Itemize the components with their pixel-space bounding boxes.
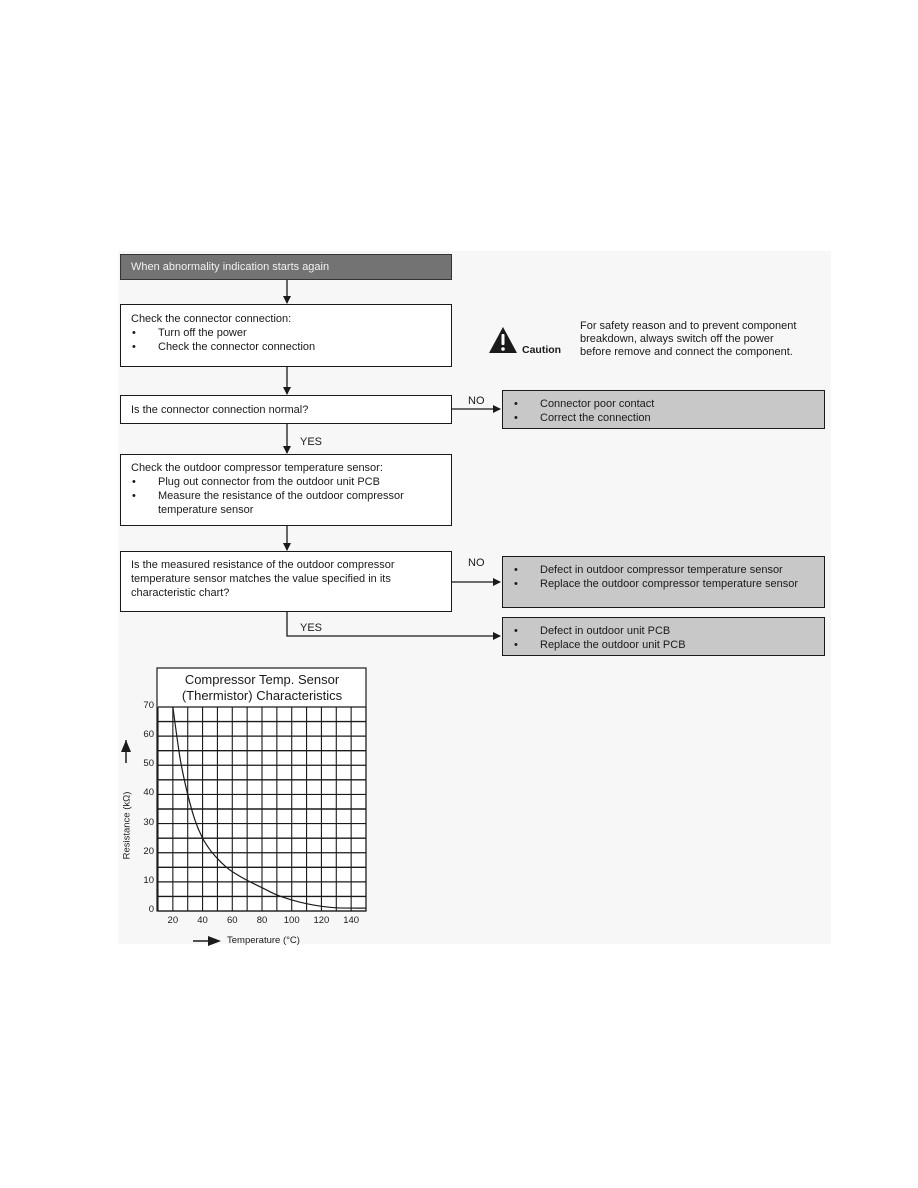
- x-tick-label: 20: [167, 915, 179, 926]
- y-tick-label: 0: [148, 904, 154, 915]
- y-tick-label: 50: [143, 758, 154, 770]
- x-axis-label: Temperature (°C): [227, 935, 300, 946]
- x-tick-label: 80: [256, 915, 268, 926]
- y-axis-label: Resistance (kΩ): [121, 791, 133, 860]
- y-tick-label: 60: [143, 729, 154, 741]
- y-tick-label: 20: [143, 845, 154, 857]
- x-tick-label: 60: [226, 915, 238, 926]
- y-tick-label: 30: [143, 816, 154, 828]
- thermistor-chart: [121, 667, 367, 946]
- x-tick-label: 140: [343, 915, 360, 926]
- y-tick-label: 70: [143, 700, 154, 711]
- y-tick-label: 10: [143, 874, 154, 886]
- chart-title: Compressor Temp. Sensor (Thermistor) Cha…: [181, 672, 343, 703]
- x-tick-label: 120: [313, 915, 330, 926]
- y-tick-label: 40: [143, 787, 154, 799]
- x-axis-arrow-icon: [193, 936, 221, 946]
- x-tick-label: 40: [197, 915, 208, 926]
- y-axis-arrow-icon: [121, 740, 131, 763]
- x-tick-label: 100: [283, 915, 300, 926]
